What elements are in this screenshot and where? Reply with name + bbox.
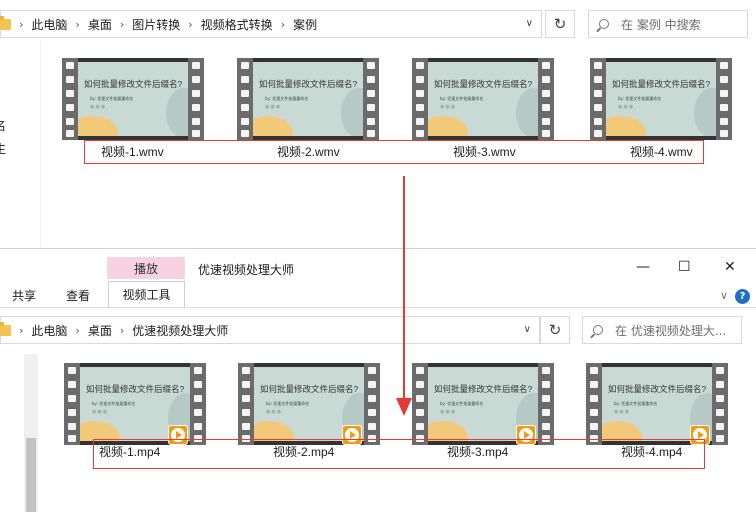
separator-icon: › — [75, 323, 80, 337]
file-name-wmv-2[interactable]: 视频-2.wmv — [277, 143, 340, 160]
maximize-icon[interactable]: ☐ — [678, 259, 691, 275]
slide-dots: ●●● — [440, 104, 457, 110]
slide-dots: ●●● — [440, 409, 457, 415]
slide-title: 如何批量修改文件后缀名? — [84, 79, 183, 89]
refresh-button[interactable]: ↻ — [545, 10, 575, 38]
bottom-address-bar[interactable]: › 此电脑 › 桌面 › 优速视频处理大师 ∨ — [0, 316, 540, 344]
separator-icon: › — [119, 323, 125, 337]
breadcrumb-this-pc[interactable]: 此电脑 — [31, 16, 67, 33]
file-name-mp4-3[interactable]: 视频-3.mp4 — [447, 443, 508, 460]
address-dropdown-icon[interactable]: ∨ — [524, 324, 531, 335]
minimize-icon[interactable]: — — [636, 259, 650, 275]
ribbon-divider — [0, 307, 756, 308]
video-thumbnail[interactable]: 如何批量修改文件后缀名? by: 优速文件批量重命名 ●●● — [412, 363, 554, 445]
breadcrumb-video-master[interactable]: 优速视频处理大师 — [132, 322, 228, 339]
separator-icon: › — [19, 17, 24, 31]
bottom-search-input[interactable]: 在 优速视频处理大... — [582, 316, 742, 344]
folder-icon — [0, 321, 11, 336]
highlight-box-wmv — [84, 140, 704, 164]
breadcrumb-image-convert[interactable]: 图片转换 — [132, 16, 180, 33]
nav-pane-divider — [40, 40, 41, 248]
slide-title: 如何批量修改文件后缀名? — [434, 79, 533, 89]
slide-dots: ●●● — [618, 104, 635, 110]
nav-pane-scrollbar[interactable] — [24, 354, 38, 512]
slide-dots: ●●● — [614, 409, 631, 415]
close-icon[interactable]: ✕ — [724, 259, 736, 275]
breadcrumb-cases[interactable]: 案例 — [293, 16, 317, 33]
slide-subtitle: by: 优速文件批量重命名 — [440, 401, 484, 406]
video-thumbnail[interactable]: 如何批量修改文件后缀名? by: 优速文件批量重命名 ●●● — [586, 363, 728, 445]
slide-title: 如何批量修改文件后缀名? — [260, 384, 359, 394]
file-name-mp4-4[interactable]: 视频-4.mp4 — [621, 443, 682, 460]
highlight-box-mp4 — [93, 439, 705, 469]
help-icon[interactable]: ? — [735, 289, 750, 304]
search-placeholder: 在 案例 中搜索 — [621, 17, 701, 32]
video-thumbnail[interactable]: 如何批量修改文件后缀名? by: 优速文件批量重命名 ●●● — [590, 58, 732, 140]
slide-subtitle: by: 优速文件批量重命名 — [618, 96, 662, 101]
video-thumbnail[interactable]: 如何批量修改文件后缀名? by: 优速文件批量重命名 ●●● — [412, 58, 554, 140]
separator-icon: › — [19, 323, 24, 337]
slide-dots: ●●● — [266, 409, 283, 415]
arrow-head-icon — [396, 398, 412, 416]
slide-subtitle: by: 优速文件批量重命名 — [614, 401, 658, 406]
slide-subtitle: by: 优速文件批量重命名 — [90, 96, 134, 101]
separator-icon: › — [119, 17, 125, 31]
folder-icon — [0, 15, 11, 30]
file-name-mp4-1[interactable]: 视频-1.mp4 — [99, 443, 160, 460]
slide-dots: ●●● — [92, 409, 109, 415]
slide-dots: ●●● — [90, 104, 107, 110]
nav-pane-text[interactable]: 名 — [0, 117, 6, 134]
file-name-wmv-4[interactable]: 视频-4.wmv — [630, 143, 693, 160]
slide-subtitle: by: 优速文件批量重命名 — [440, 96, 484, 101]
top-address-bar[interactable]: › 此电脑 › 桌面 › 图片转换 › 视频格式转换 › 案例 ∨ — [0, 10, 542, 38]
window-title: 优速视频处理大师 — [198, 263, 295, 277]
breadcrumb-this-pc[interactable]: 此电脑 — [31, 322, 67, 339]
tab-video-tools[interactable]: 视频工具 — [108, 281, 185, 307]
separator-icon: › — [75, 17, 80, 31]
slide-dots: ●●● — [265, 104, 282, 110]
slide-subtitle: by: 优速文件批量重命名 — [92, 401, 136, 406]
nav-pane-text[interactable]: 生 — [0, 140, 6, 157]
slide-title: 如何批量修改文件后缀名? — [434, 384, 533, 394]
slide-title: 如何批量修改文件后缀名? — [608, 384, 707, 394]
tab-view[interactable]: 查看 — [66, 287, 90, 304]
conversion-arrow — [403, 176, 405, 400]
video-thumbnail[interactable]: 如何批量修改文件后缀名? by: 优速文件批量重命名 ●●● — [62, 58, 204, 140]
slide-title: 如何批量修改文件后缀名? — [86, 384, 185, 394]
breadcrumb-video-format-convert[interactable]: 视频格式转换 — [201, 16, 273, 33]
tab-share[interactable]: 共享 — [12, 287, 36, 304]
breadcrumb-desktop[interactable]: 桌面 — [88, 16, 112, 33]
separator-icon: › — [280, 17, 286, 31]
slide-title: 如何批量修改文件后缀名? — [259, 79, 358, 89]
breadcrumb-desktop[interactable]: 桌面 — [88, 322, 112, 339]
search-icon — [599, 19, 609, 29]
bottom-explorer-window: 播放 优速视频处理大师 — ☐ ✕ 共享 查看 视频工具 ∨ ? › 此电脑 ›… — [0, 248, 756, 512]
slide-subtitle: by: 优速文件批量重命名 — [265, 96, 309, 101]
slide-title: 如何批量修改文件后缀名? — [612, 79, 711, 89]
file-name-mp4-2[interactable]: 视频-2.mp4 — [273, 443, 334, 460]
address-dropdown-icon[interactable]: ∨ — [526, 18, 533, 29]
separator-icon: › — [188, 17, 193, 31]
slide-subtitle: by: 优速文件批量重命名 — [266, 401, 310, 406]
video-thumbnail[interactable]: 如何批量修改文件后缀名? by: 优速文件批量重命名 ●●● — [237, 58, 379, 140]
file-name-wmv-3[interactable]: 视频-3.wmv — [453, 143, 516, 160]
search-icon — [593, 325, 603, 335]
context-tab-play[interactable]: 播放 — [107, 257, 185, 279]
search-placeholder: 在 优速视频处理大... — [615, 323, 727, 338]
file-name-wmv-1[interactable]: 视频-1.wmv — [101, 143, 164, 160]
scrollbar-thumb[interactable] — [26, 438, 36, 512]
top-search-input[interactable]: 在 案例 中搜索 — [588, 10, 748, 38]
video-thumbnail[interactable]: 如何批量修改文件后缀名? by: 优速文件批量重命名 ●●● — [64, 363, 206, 445]
refresh-button[interactable]: ↻ — [540, 316, 570, 344]
video-thumbnail[interactable]: 如何批量修改文件后缀名? by: 优速文件批量重命名 ●●● — [238, 363, 380, 445]
expand-ribbon-icon[interactable]: ∨ — [720, 289, 728, 302]
